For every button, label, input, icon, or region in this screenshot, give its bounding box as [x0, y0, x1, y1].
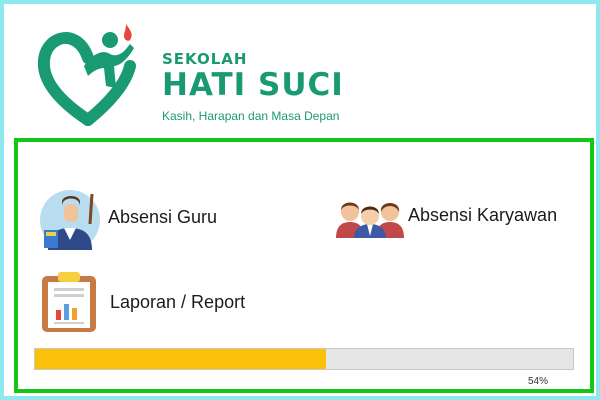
teacher-icon — [40, 190, 100, 250]
school-header: SEKOLAH HATI SUCI Kasih, Harapan dan Mas… — [8, 8, 600, 136]
progress-bar — [34, 348, 574, 370]
laporan-report-button[interactable]: Laporan / Report — [40, 272, 245, 332]
menu-panel: Absensi Guru Absensi Karyawan Laporan / … — [14, 138, 594, 393]
school-logo-heart-icon — [38, 24, 136, 126]
absensi-karyawan-button[interactable]: Absensi Karyawan — [334, 192, 557, 238]
school-tagline: Kasih, Harapan dan Masa Depan — [162, 109, 340, 123]
absensi-karyawan-label: Absensi Karyawan — [408, 204, 558, 225]
school-title-block: SEKOLAH HATI SUCI Kasih, Harapan dan Mas… — [162, 50, 344, 124]
progress-bar-fill — [35, 349, 326, 369]
school-kicker: SEKOLAH — [162, 50, 248, 68]
laporan-report-label: Laporan / Report — [110, 291, 246, 312]
app-window: SEKOLAH HATI SUCI Kasih, Harapan dan Mas… — [0, 0, 600, 400]
progress-percent-text: 54% — [528, 376, 549, 387]
report-clipboard-icon — [42, 272, 96, 332]
absensi-guru-label: Absensi Guru — [108, 206, 218, 227]
absensi-guru-button[interactable]: Absensi Guru — [34, 184, 217, 250]
school-name: HATI SUCI — [162, 67, 344, 103]
employees-icon — [336, 202, 404, 238]
